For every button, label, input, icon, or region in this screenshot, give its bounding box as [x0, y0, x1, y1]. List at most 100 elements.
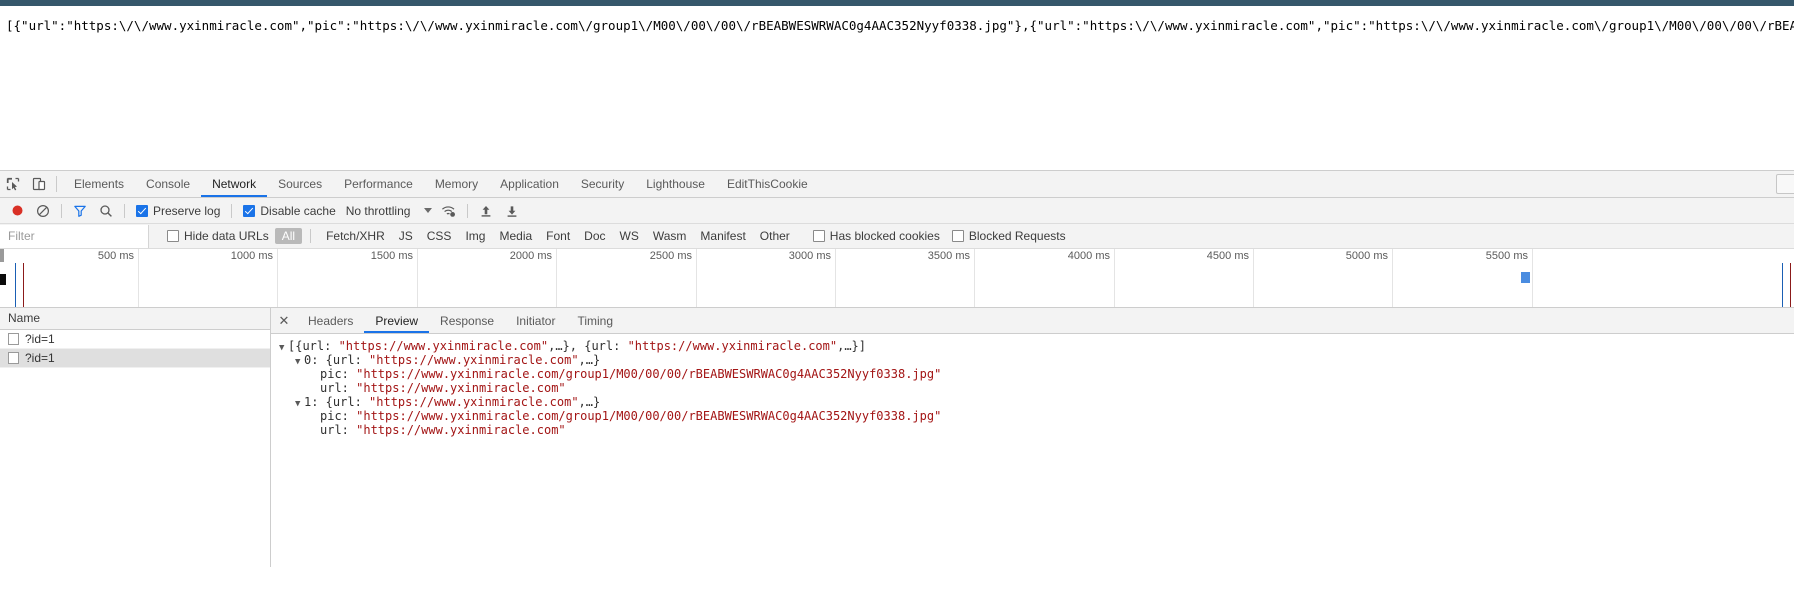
preview-token: url: [320, 381, 357, 395]
tab-lighthouse[interactable]: Lighthouse [635, 171, 716, 197]
document-icon [8, 352, 19, 364]
tab-headers[interactable]: Headers [297, 308, 364, 333]
tab-performance-label: Performance [344, 177, 413, 191]
filter-type-doc[interactable]: Doc [577, 228, 612, 244]
network-conditions-icon[interactable] [436, 200, 462, 222]
inspect-element-icon[interactable] [0, 171, 26, 197]
tab-console[interactable]: Console [135, 171, 201, 197]
disclosure-triangle-icon[interactable]: ▼ [279, 341, 288, 355]
timeline-tick-1500: 1500 ms [278, 249, 418, 307]
hide-data-urls-label: Hide data URLs [184, 229, 269, 243]
preserve-log-checkbox[interactable]: Preserve log [130, 204, 226, 218]
tab-response[interactable]: Response [429, 308, 505, 333]
export-har-icon[interactable] [499, 200, 525, 222]
preview-string-value: "https://www.yxinmiracle.com" [356, 381, 566, 395]
tab-performance[interactable]: Performance [333, 171, 424, 197]
network-overview-timeline[interactable]: 500 ms 1000 ms 1500 ms 2000 ms 2500 ms 3… [0, 249, 1794, 308]
preview-string-value: "https://www.yxinmiracle.com" [338, 339, 549, 353]
preview-token: [{url: [288, 339, 339, 353]
tab-lighthouse-label: Lighthouse [646, 177, 705, 191]
tab-application[interactable]: Application [489, 171, 570, 197]
filter-funnel-icon[interactable] [67, 200, 93, 222]
table-row[interactable]: ?id=1 [0, 349, 270, 368]
tab-timing[interactable]: Timing [566, 308, 624, 333]
clear-icon[interactable] [30, 200, 56, 222]
timeline-tick-3000-label: 3000 ms [788, 250, 831, 262]
more-tools-icon[interactable] [1776, 174, 1794, 194]
timeline-tick-5000: 5000 ms [1254, 249, 1393, 307]
timeline-tick-4000: 4000 ms [975, 249, 1115, 307]
preserve-log-box [136, 204, 148, 217]
disclosure-triangle-icon[interactable]: ▼ [295, 355, 304, 369]
tab-memory[interactable]: Memory [424, 171, 489, 197]
filter-type-other[interactable]: Other [753, 228, 797, 244]
tab-network-label: Network [212, 177, 257, 191]
timeline-tick-5000-label: 5000 ms [1345, 250, 1388, 262]
preserve-log-label: Preserve log [153, 203, 221, 218]
tab-security[interactable]: Security [570, 171, 635, 197]
filter-type-fetch-xhr[interactable]: Fetch/XHR [319, 228, 392, 244]
filter-type-ws[interactable]: WS [613, 228, 646, 244]
filter-type-wasm[interactable]: Wasm [646, 228, 694, 244]
preview-token: 1: {url: [304, 395, 370, 409]
preview-line[interactable]: url: "https://www.yxinmiracle.com" [279, 423, 1794, 437]
preview-token: ,…} [578, 353, 601, 367]
filter-divider [310, 229, 312, 243]
tab-editthiscookie[interactable]: EditThisCookie [716, 171, 819, 197]
dom-content-loaded-line-right [1782, 263, 1783, 307]
filter-input[interactable]: Filter [0, 224, 149, 248]
tab-preview[interactable]: Preview [364, 308, 429, 333]
dom-content-loaded-line-left [15, 263, 16, 307]
disclosure-triangle-icon[interactable]: ▼ [295, 397, 304, 411]
tab-network[interactable]: Network [201, 171, 268, 197]
timeline-tick-2000-label: 2000 ms [509, 250, 552, 262]
preview-string-value: "https://www.yxinmiracle.com" [369, 353, 579, 367]
timeline-tick-5500: 5500 ms [1393, 249, 1533, 307]
has-blocked-cookies-label: Has blocked cookies [829, 229, 940, 243]
preview-line[interactable]: ▼ [{url: "https://www.yxinmiracle.com" ,…}… [279, 339, 1794, 353]
filter-type-all[interactable]: All [274, 228, 303, 244]
detail-tab-bar: ✕ Headers Preview Response Initiator Tim… [271, 308, 1794, 334]
preview-token: ,…} [578, 395, 601, 409]
timeline-tick-500-label: 500 ms [97, 250, 134, 262]
filter-type-manifest[interactable]: Manifest [693, 228, 752, 244]
preview-token: ,…}] [837, 339, 866, 353]
import-har-icon[interactable] [473, 200, 499, 222]
request-name-column-header[interactable]: Name [0, 308, 270, 330]
filter-type-css[interactable]: CSS [420, 228, 459, 244]
preview-json-tree[interactable]: ▼ [{url: "https://www.yxinmiracle.com",…}… [271, 334, 1794, 567]
preview-line[interactable]: ▼ 0: {url: "https://www.yxinmiracle.com",… [279, 353, 1794, 367]
close-icon[interactable]: ✕ [271, 313, 297, 329]
timeline-tick-3500-label: 3500 ms [927, 250, 970, 262]
disable-cache-checkbox[interactable]: Disable cache [237, 204, 341, 218]
device-toolbar-icon[interactable] [26, 171, 52, 197]
timeline-tick-3000: 3000 ms [697, 249, 836, 307]
hide-data-urls-checkbox[interactable]: Hide data URLs [161, 229, 275, 243]
request-detail-pane: ✕ Headers Preview Response Initiator Tim… [271, 308, 1794, 567]
tab-initiator[interactable]: Initiator [505, 308, 566, 333]
network-control-toolbar: Preserve log Disable cache No throttling [0, 198, 1794, 224]
preview-line[interactable]: ▼ 1: {url: "https://www.yxinmiracle.com",… [279, 395, 1794, 409]
request-list-empty-space [0, 368, 270, 567]
filter-type-img[interactable]: Img [458, 228, 492, 244]
preview-line[interactable]: pic: "https://www.yxinmiracle.com/group1… [279, 367, 1794, 381]
has-blocked-cookies-checkbox[interactable]: Has blocked cookies [807, 229, 946, 243]
throttling-dropdown[interactable]: No throttling [342, 204, 437, 218]
blocked-requests-checkbox[interactable]: Blocked Requests [946, 229, 1072, 243]
timeline-tick-4500-label: 4500 ms [1206, 250, 1249, 262]
record-button-icon[interactable] [4, 200, 30, 222]
filter-type-js[interactable]: JS [392, 228, 420, 244]
filter-type-media[interactable]: Media [492, 228, 539, 244]
preview-line[interactable]: url: "https://www.yxinmiracle.com" [279, 381, 1794, 395]
throttling-value: No throttling [345, 203, 411, 218]
search-icon[interactable] [93, 200, 119, 222]
document-icon [8, 333, 19, 345]
tab-elements[interactable]: Elements [63, 171, 135, 197]
request-list-pane: Name ?id=1 ?id=1 [0, 308, 271, 567]
table-row[interactable]: ?id=1 [0, 330, 270, 349]
tab-sources-label: Sources [278, 177, 323, 191]
filter-type-font[interactable]: Font [539, 228, 577, 244]
tab-sources[interactable]: Sources [267, 171, 333, 197]
preview-line[interactable]: pic: "https://www.yxinmiracle.com/group1… [279, 409, 1794, 423]
timeline-tick-4500: 4500 ms [1115, 249, 1254, 307]
